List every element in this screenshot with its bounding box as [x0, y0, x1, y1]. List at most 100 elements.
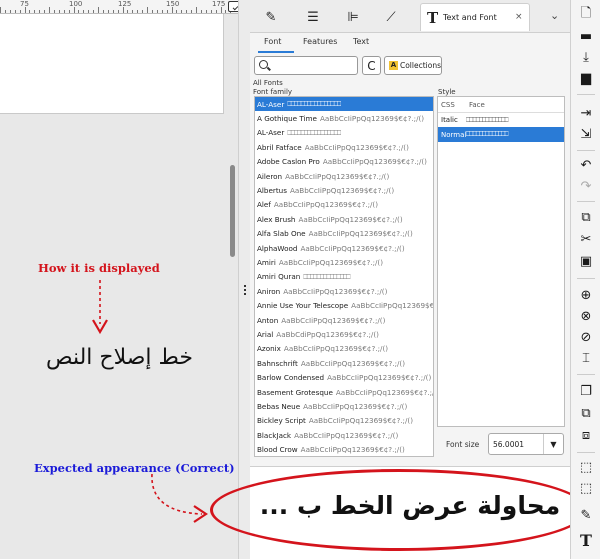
ruler-tick	[49, 7, 50, 13]
collections-button[interactable]: A Collections	[384, 56, 442, 75]
font-list-item[interactable]: Adobe Caslon Pro AaBbCcIiPpQq12369$€¢?.;/…	[255, 155, 433, 169]
font-list-item[interactable]: Bebas Neue AaBbCcIiPpQq12369$€¢?.;/()	[255, 399, 433, 413]
save-icon[interactable]: ⤓	[577, 48, 595, 66]
font-list-item[interactable]: AlphaWood AaBbCcIiPpQq12369$€¢?.;/()	[255, 241, 433, 255]
new-document-icon[interactable]: 🗋	[577, 6, 595, 24]
ruler-tick	[107, 10, 109, 13]
font-name: Annie Use Your Telescope	[257, 301, 349, 311]
zoom-selection-icon[interactable]: ⊕	[577, 286, 595, 304]
ruler-tick	[186, 10, 188, 13]
separator	[577, 201, 595, 202]
font-list-item[interactable]: A Gothique Time AaBbCcIiPpQq12369$€¢?.;/(…	[255, 111, 433, 125]
xml-editor-tab-icon[interactable]: ⟋	[380, 7, 402, 27]
objects-tab-icon[interactable]: ⊫	[342, 7, 364, 27]
font-list-item[interactable]: Arial AaBbCdiPpQq12369$€¢?.;/()	[255, 327, 433, 341]
font-sample: AaBbCcIiPpQq12369$€¢?.;/()	[278, 257, 384, 267]
ungroup-icon[interactable]: ⬚	[577, 479, 595, 497]
clone-icon[interactable]: ⧉	[577, 404, 595, 422]
font-list-item[interactable]: Bickley Script AaBbCcIiPpQq12369$€¢?.;/()	[255, 414, 433, 428]
font-list-item[interactable]: Azonix AaBbCcIiPpQq12369$€¢?.;/()	[255, 342, 433, 356]
sub-tab-bar: Font Features Text	[250, 33, 570, 55]
font-list-item[interactable]: Amiri AaBbCcIiPpQq12369$€¢?.;/()	[255, 255, 433, 269]
export-icon[interactable]: ⇲	[577, 125, 595, 143]
refresh-button[interactable]: C	[362, 56, 381, 75]
text-font-icon[interactable]: T	[577, 531, 595, 550]
font-list-item[interactable]: Alex Brush AaBbCcIiPpQq12369$€¢?.;/()	[255, 212, 433, 226]
document-page[interactable]	[0, 14, 224, 114]
ruler-tick	[34, 10, 36, 13]
separator	[577, 94, 595, 95]
font-name: Alex Brush	[257, 214, 296, 224]
style-row[interactable]: Normal ⎕⎕⎕⎕⎕⎕⎕⎕⎕⎕⎕⎕⎕	[438, 127, 564, 142]
font-size-label: Font size	[446, 440, 480, 449]
copy-icon[interactable]: ⧉	[577, 208, 595, 226]
align-tab-icon[interactable]: ☰	[302, 7, 324, 27]
style-row[interactable]: Italic ⎕⎕⎕⎕⎕⎕⎕⎕⎕⎕⎕⎕⎕	[438, 113, 564, 127]
tab-text[interactable]: Text	[353, 37, 369, 46]
fill-stroke-icon[interactable]: ✎	[577, 506, 595, 524]
undo-icon[interactable]: ↶	[577, 156, 595, 174]
print-icon[interactable]: ▆	[577, 69, 595, 87]
font-family-list[interactable]: AL-Aser ⎕⎕⎕⎕⎕⎕⎕⎕⎕⎕⎕⎕⎕⎕⎕⎕ A Gothique Time Aa…	[254, 96, 434, 457]
ruler-tick	[191, 10, 193, 13]
style-table-header: CSS Face	[438, 97, 564, 113]
ruler-tick	[19, 10, 21, 13]
ruler-tick	[39, 10, 41, 13]
font-list-item[interactable]: Annie Use Your Telescope AaBbCcIiPpQq1236…	[255, 298, 433, 312]
import-icon[interactable]: ⇥	[577, 104, 595, 122]
splitter-grip-icon[interactable]	[244, 285, 246, 295]
font-size-combobox[interactable]: 56.0001 ▼	[488, 433, 564, 455]
font-name: Adobe Caslon Pro	[257, 157, 320, 167]
canvas-area[interactable]: 75 100 125 150 175 How it is displayed خ…	[0, 0, 244, 559]
cut-icon[interactable]: ✂	[577, 230, 595, 248]
font-list-item[interactable]: Barlow Condensed AaBbCcIiPpQq12369$€¢?.;/…	[255, 370, 433, 384]
tab-text-and-font[interactable]: T Text and Font ×	[420, 3, 530, 31]
font-name: AL-Aser	[257, 99, 285, 109]
annotation-how-displayed: How it is displayed	[38, 261, 160, 275]
close-icon[interactable]: ×	[515, 12, 523, 22]
style-table[interactable]: CSS Face Italic ⎕⎕⎕⎕⎕⎕⎕⎕⎕⎕⎕⎕⎕ Normal ⎕⎕⎕⎕⎕⎕…	[437, 96, 565, 427]
duplicate-icon[interactable]: ❐	[577, 382, 595, 400]
font-size-value[interactable]: 56.0001	[493, 440, 524, 449]
group-icon[interactable]: ⬚	[577, 458, 595, 476]
chevron-down-icon[interactable]: ▼	[543, 434, 563, 454]
font-sample: AaBbCcIiPpQq12369$€¢?.;/()	[308, 229, 413, 239]
tab-features[interactable]: Features	[303, 37, 337, 46]
font-sample: AaBbCcIiPpQq12369$€¢?.;/()	[294, 430, 399, 440]
fill-stroke-tab-icon[interactable]: ✎	[260, 7, 282, 27]
redo-icon[interactable]: ↷	[577, 177, 595, 195]
ruler-tick	[161, 10, 163, 13]
tab-font[interactable]: Font	[264, 37, 281, 46]
font-list-item[interactable]: Aileron AaBbCcIiPpQq12369$€¢?.;/()	[255, 169, 433, 183]
font-list-item[interactable]: Abril Fatface AaBbCcIiPpQq12369$€¢?.;/()	[255, 140, 433, 154]
ruler-tick	[117, 10, 119, 13]
zoom-width-icon[interactable]: ⌶	[577, 349, 595, 367]
font-name: Alef	[257, 200, 271, 210]
open-folder-icon[interactable]: ▬	[577, 27, 595, 45]
panel-splitter[interactable]	[238, 0, 250, 559]
dock-tab-bar: ✎ ☰ ⊫ ⟋ T Text and Font × ⌄	[250, 0, 570, 33]
vertical-scrollbar[interactable]	[230, 165, 235, 257]
font-list-item[interactable]: AL-Aser ⎕⎕⎕⎕⎕⎕⎕⎕⎕⎕⎕⎕⎕⎕⎕⎕	[255, 97, 433, 112]
font-list-item[interactable]: Anton AaBbCcIiPpQq12369$€¢?.;/()	[255, 313, 433, 327]
font-list-item[interactable]: Alef AaBbCcIiPpQq12369$€¢?.;/()	[255, 198, 433, 212]
font-list-item[interactable]: BlackJack AaBbCcIiPpQq12369$€¢?.;/()	[255, 428, 433, 442]
font-list-item[interactable]: Bahnschrift AaBbCcIiPpQq12369$€¢?.;/()	[255, 356, 433, 370]
font-list-item[interactable]: Aniron AaBbCcIiPpQq12369$€¢?.;/()	[255, 284, 433, 298]
horizontal-ruler: 75 100 125 150 175	[0, 0, 244, 14]
zoom-drawing-icon[interactable]: ⊗	[577, 307, 595, 325]
zoom-page-icon[interactable]: ⊘	[577, 328, 595, 346]
font-list-item[interactable]: Blood Crow AaBbCcIiPpQq12369$€¢?.;/()	[255, 442, 433, 456]
font-sample: AaBbCcIiPpQq12369$€¢?.;/()	[300, 445, 405, 455]
font-search-input[interactable]	[254, 56, 358, 75]
font-list-item[interactable]: Basement Grotesque AaBbCcIiPpQq12369$€¢?.…	[255, 385, 433, 399]
font-list-item[interactable]: Albertus AaBbCcIiPpQq12369$€¢?.;/()	[255, 183, 433, 197]
active-tab-indicator	[258, 51, 294, 53]
font-list-item[interactable]: Alfa Slab One AaBbCcIiPpQq12369$€¢?.;/()	[255, 227, 433, 241]
paste-icon[interactable]: ▣	[577, 252, 595, 270]
separator	[577, 452, 595, 453]
chevron-down-icon[interactable]: ⌄	[550, 9, 559, 22]
font-list-item[interactable]: AL-Aser ⎕⎕⎕⎕⎕⎕⎕⎕⎕⎕⎕⎕⎕⎕⎕⎕	[255, 126, 433, 140]
unlink-clone-icon[interactable]: ⧈	[577, 426, 595, 444]
font-list-item[interactable]: Amiri Quran ⎕⎕⎕⎕⎕⎕⎕⎕⎕⎕⎕⎕⎕⎕	[255, 270, 433, 284]
